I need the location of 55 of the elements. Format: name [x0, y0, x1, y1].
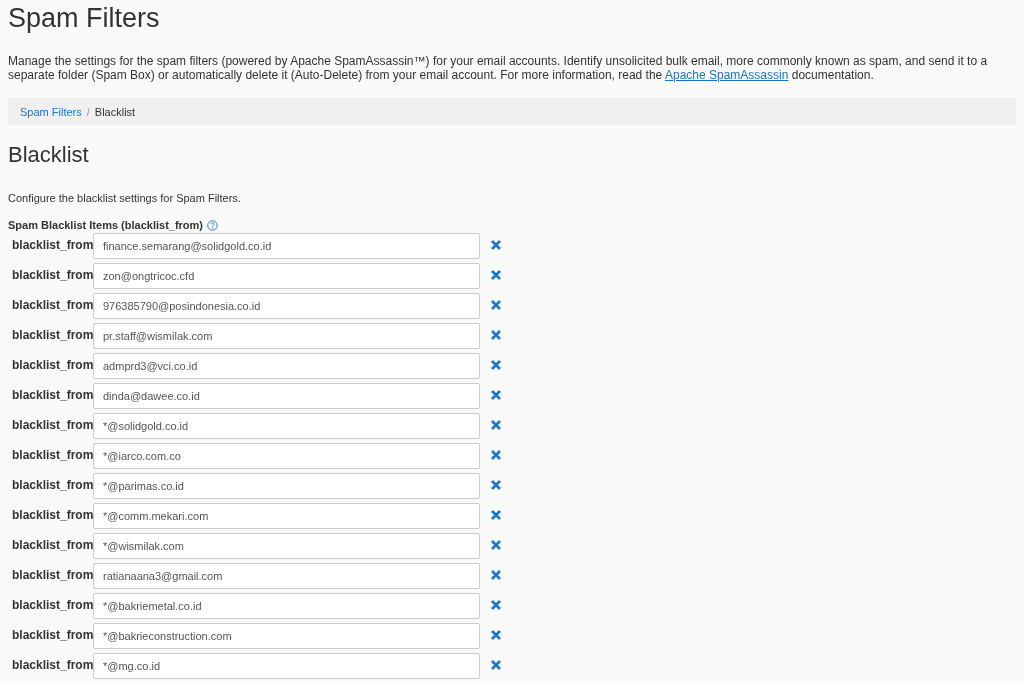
email-field[interactable]: pr.staff@wismilak.com — [93, 323, 480, 349]
remove-button[interactable] — [490, 539, 502, 551]
items-label: Spam Blacklist Items (blacklist_from) — [8, 219, 203, 231]
remove-button[interactable] — [490, 419, 502, 431]
close-icon — [490, 419, 502, 431]
remove-button[interactable] — [490, 479, 502, 491]
remove-button[interactable] — [490, 269, 502, 281]
remove-button[interactable] — [490, 659, 502, 671]
email-field[interactable]: *@iarco.com.co — [93, 443, 480, 469]
email-field[interactable]: dinda@dawee.co.id — [93, 383, 480, 409]
email-field[interactable]: *@bakriemetal.co.id — [93, 593, 480, 619]
remove-button[interactable] — [490, 599, 502, 611]
remove-button[interactable] — [490, 389, 502, 401]
close-icon — [490, 509, 502, 521]
close-icon — [490, 269, 502, 281]
page-title: Spam Filters — [8, 2, 161, 34]
close-icon — [490, 389, 502, 401]
remove-button[interactable] — [490, 569, 502, 581]
breadcrumb-separator: / — [86, 105, 90, 118]
remove-button[interactable] — [490, 239, 502, 251]
email-field[interactable]: ratianaana3@gmail.com — [93, 563, 480, 589]
remove-button[interactable] — [490, 509, 502, 521]
help-icon[interactable] — [207, 219, 218, 231]
close-icon — [490, 569, 502, 581]
close-icon — [490, 539, 502, 551]
email-field[interactable]: admprd3@vci.co.id — [93, 353, 480, 379]
remove-button[interactable] — [490, 299, 502, 311]
close-icon — [490, 659, 502, 671]
remove-button[interactable] — [490, 629, 502, 641]
close-icon — [490, 599, 502, 611]
email-field[interactable]: *@wismilak.com — [93, 533, 480, 559]
breadcrumb-item: Blacklist — [94, 105, 136, 118]
email-field[interactable]: finance.semarang@solidgold.co.id — [93, 233, 480, 259]
close-icon — [490, 299, 502, 311]
email-field[interactable]: *@comm.mekari.com — [93, 503, 480, 529]
close-icon — [490, 359, 502, 371]
spamassassin-link[interactable]: Apache SpamAssassin — [664, 68, 789, 82]
email-field[interactable]: *@bakrieconstruction.com — [93, 623, 480, 649]
section-title: Blacklist — [8, 141, 90, 169]
close-icon — [490, 329, 502, 341]
email-field[interactable]: *@parimas.co.id — [93, 473, 480, 499]
description-paragraph: Manage the settings for the spam filters (powered by Apache SpamAssassin™) for your email accounts. Identify unsolicited bulk email, more commonly known as spam, and send it to a separate folder (Spam Box) or automatically delete it (Auto-Delete) from your email account. For more information, read the Apache SpamAssassin documentation. — [8, 54, 989, 82]
email-field[interactable]: zon@ongtricoc.cfd — [93, 263, 480, 289]
close-icon — [490, 239, 502, 251]
remove-button[interactable] — [490, 449, 502, 461]
remove-button[interactable] — [490, 329, 502, 341]
close-icon — [490, 629, 502, 641]
remove-button[interactable] — [490, 359, 502, 371]
close-icon — [490, 449, 502, 461]
section-description: Configure the blacklist settings for Spam Filters. — [8, 191, 242, 205]
breadcrumb-item[interactable]: Spam Filters — [20, 105, 82, 118]
close-icon — [490, 479, 502, 491]
email-field[interactable]: *@solidgold.co.id — [93, 413, 480, 439]
email-field[interactable]: *@mg.co.id — [93, 653, 480, 679]
email-field[interactable]: 976385790@posindonesia.co.id — [93, 293, 480, 319]
